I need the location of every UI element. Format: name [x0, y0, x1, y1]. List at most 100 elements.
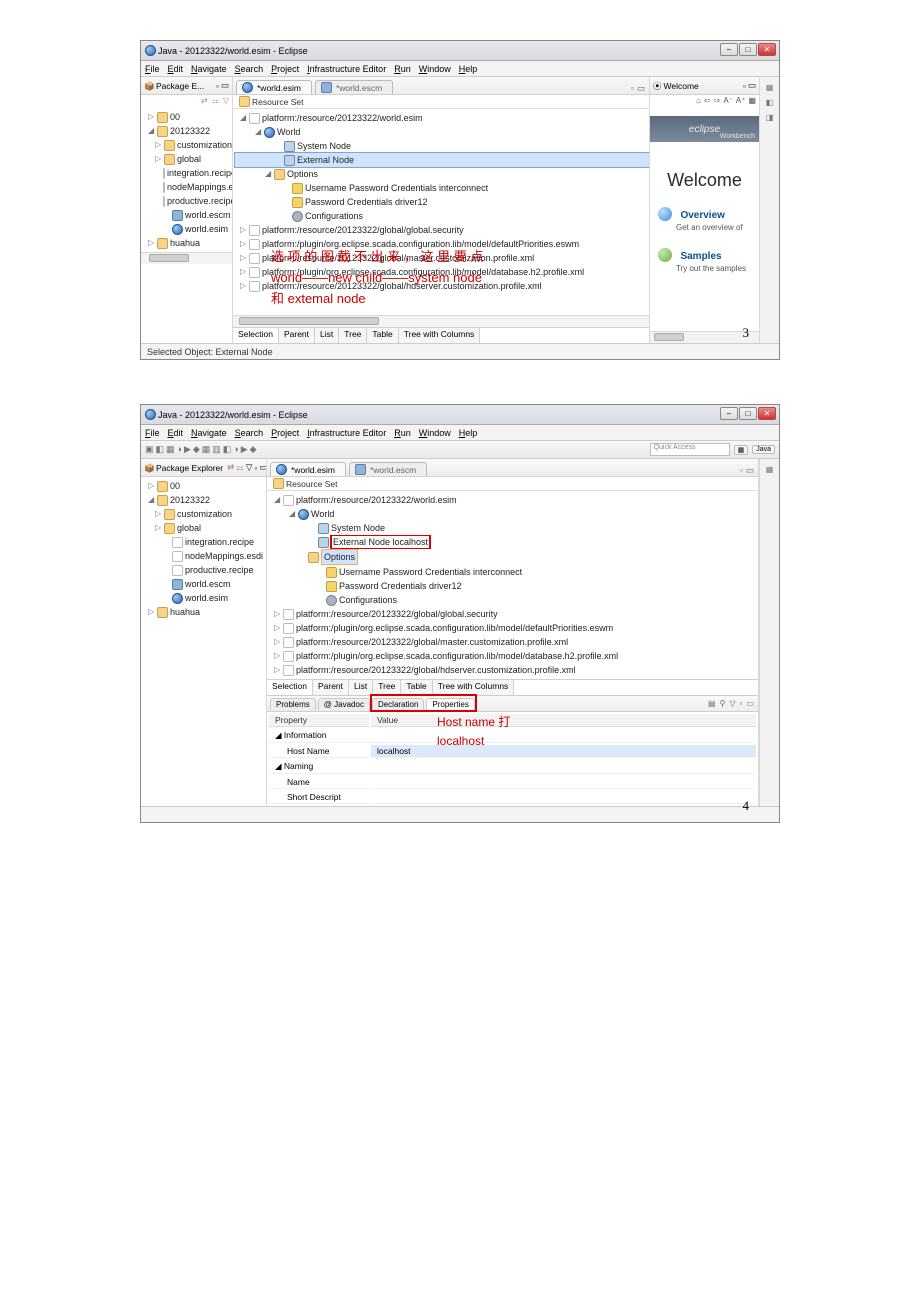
tree-row[interactable]: ▷platform:/resource/20123322/global/glob…	[269, 607, 758, 621]
prop-value[interactable]	[371, 791, 756, 804]
menu-file[interactable]: File	[145, 64, 160, 74]
menu-project[interactable]: Project	[271, 428, 299, 438]
view-restore-icon[interactable]: ▭	[748, 80, 756, 91]
pkg-hscroll[interactable]	[141, 252, 232, 264]
editor-tab-escm[interactable]: *world.escm	[349, 462, 427, 476]
twist-icon[interactable]: ▷	[148, 479, 157, 493]
twist-icon[interactable]: ▷	[148, 605, 157, 619]
tree-row[interactable]: integration.recipe	[143, 166, 232, 180]
tree-row[interactable]: ◢platform:/resource/20123322/world.esim	[235, 111, 649, 125]
minimize-button[interactable]: –	[720, 407, 738, 420]
twist-icon[interactable]: ▷	[274, 649, 283, 663]
prop-section[interactable]: ◢ Information	[269, 729, 756, 743]
grid-icon[interactable]: ▦	[748, 96, 756, 109]
min-icon[interactable]: ▫	[740, 699, 743, 708]
tree-row[interactable]: ◢platform:/resource/20123322/world.esim	[269, 493, 758, 507]
maximize-view-icon[interactable]: ▭	[746, 465, 754, 476]
tree-row[interactable]: ◢World	[269, 507, 758, 521]
tree-row[interactable]: world.escm	[143, 208, 232, 222]
editor-bottom-tabs[interactable]: SelectionParentListTreeTableTree with Co…	[267, 679, 758, 695]
open-perspective-button[interactable]: ▦	[734, 445, 749, 455]
tree-row[interactable]: ▷00	[143, 479, 266, 493]
maximize-button[interactable]: □	[739, 407, 757, 420]
perspective-bar[interactable]: ▦ ◧ ◨	[759, 77, 779, 343]
tree-row[interactable]: ▷platform:/plugin/org.eclipse.scada.conf…	[269, 649, 758, 663]
view-tab-javadoc[interactable]: @ Javadoc	[318, 698, 370, 710]
package-tree[interactable]: ▷00◢20123322▷customization▷globalintegra…	[141, 477, 266, 621]
tree-row[interactable]: ▷platform:/resource/20123322/global/hdse…	[269, 663, 758, 677]
tree-row[interactable]: nodeMappings.e	[143, 180, 232, 194]
view-min-icon[interactable]: ▫	[743, 81, 746, 91]
tree-row[interactable]: ▷customization	[143, 138, 232, 152]
tree-row[interactable]: world.esim	[143, 222, 232, 236]
twist-icon[interactable]: ▷	[155, 521, 164, 535]
properties-table[interactable]: PropertyValue ◢ InformationHost Nameloca…	[267, 712, 758, 806]
editor-tree[interactable]: ◢platform:/resource/20123322/world.esim◢…	[267, 491, 758, 679]
menu-help[interactable]: Help	[459, 428, 478, 438]
tree-row[interactable]: System Node	[269, 521, 758, 535]
bottom-tab-table[interactable]: Table	[367, 328, 398, 343]
menu-search[interactable]: Search	[235, 64, 264, 74]
perspective-icon[interactable]: ◧	[766, 98, 774, 107]
twist-icon[interactable]: ◢	[148, 124, 157, 138]
view-tab-problems[interactable]: Problems	[270, 698, 316, 710]
bottom-view-tabs[interactable]: Problems@ JavadocDeclarationProperties ▤…	[267, 696, 758, 712]
menu-help[interactable]: Help	[459, 64, 478, 74]
bottom-tab-parent[interactable]: Parent	[279, 328, 315, 343]
menu-run[interactable]: Run	[394, 428, 411, 438]
tree-row[interactable]: ◢World	[235, 125, 649, 139]
editor-bottom-tabs[interactable]: SelectionParentListTreeTableTree with Co…	[233, 327, 649, 343]
package-tree[interactable]: ▷00◢20123322▷customization▷globalintegra…	[141, 108, 232, 252]
twist-icon[interactable]: ▷	[240, 279, 249, 293]
twist-icon[interactable]: ▷	[240, 237, 249, 251]
tree-row[interactable]: Password Credentials driver12	[235, 195, 649, 209]
menu-navigate[interactable]: Navigate	[191, 428, 227, 438]
bottom-tab-tree-with-columns[interactable]: Tree with Columns	[399, 328, 481, 343]
tree-row[interactable]: ▷huahua	[143, 236, 232, 250]
view-menu-icon[interactable]: ▽	[223, 96, 229, 107]
twist-icon[interactable]: ▷	[274, 635, 283, 649]
samples-item[interactable]: Samples Try out the samples	[658, 246, 755, 273]
tree-row[interactable]: ◢20123322	[143, 493, 266, 507]
editor-tab-esim[interactable]: *world.esim	[270, 462, 346, 476]
twist-icon[interactable]: ◢	[240, 111, 249, 125]
perspective-icon[interactable]: ▦	[766, 465, 774, 474]
view-tab-declaration[interactable]: Declaration	[372, 698, 424, 710]
home-icon[interactable]: ⌂	[696, 96, 701, 109]
tree-row[interactable]: ▷global	[143, 521, 266, 535]
menu-infrastructure-editor[interactable]: Infrastructure Editor	[307, 64, 386, 74]
view-min-icon[interactable]: ▫	[216, 81, 219, 91]
tree-row[interactable]: Password Credentials driver12	[269, 579, 758, 593]
tree-row[interactable]: ◢Options	[235, 167, 649, 181]
link-editor-icon[interactable]: ⚏	[212, 96, 219, 107]
minimize-view-icon[interactable]: ▫	[631, 83, 634, 94]
menu-window[interactable]: Window	[419, 428, 451, 438]
bottom-tab-tree-with-columns[interactable]: Tree with Columns	[433, 680, 515, 695]
workbench-link[interactable]: Workbench	[720, 133, 755, 140]
menu-edit[interactable]: Edit	[168, 428, 184, 438]
tree-row[interactable]: ▷platform:/resource/20123322/global/mast…	[269, 635, 758, 649]
tree-row[interactable]: ▷platform:/resource/20123322/global/glob…	[235, 223, 649, 237]
tree-row[interactable]: System Node	[235, 139, 649, 153]
bottom-tab-list[interactable]: List	[349, 680, 373, 695]
bottom-tab-list[interactable]: List	[315, 328, 339, 343]
bottom-tab-selection[interactable]: Selection	[233, 328, 279, 343]
prop-section[interactable]: ◢ Naming	[269, 760, 756, 774]
twist-icon[interactable]: ◢	[274, 493, 283, 507]
tree-row[interactable]: Options	[269, 549, 758, 565]
perspective-bar[interactable]: ▦	[759, 459, 779, 806]
close-button[interactable]: ✕	[758, 407, 776, 420]
minimize-view-icon[interactable]: ▫	[740, 465, 743, 476]
tree-row[interactable]: ◢20123322	[143, 124, 232, 138]
prop-value[interactable]: localhost	[371, 745, 756, 758]
tree-row[interactable]: ▷00	[143, 110, 232, 124]
tree-row[interactable]: External Node localhost	[269, 535, 758, 549]
twist-icon[interactable]: ▷	[148, 110, 157, 124]
view-menu-icon[interactable]: ▽	[246, 462, 253, 473]
bottom-tab-parent[interactable]: Parent	[313, 680, 349, 695]
tree-row[interactable]: Username Password Credentials interconne…	[235, 181, 649, 195]
view-min-icon[interactable]: ▫	[254, 463, 257, 473]
editor-tab-escm[interactable]: *world.escm	[315, 80, 393, 94]
view-tab-properties[interactable]: Properties	[426, 698, 474, 710]
menu-run[interactable]: Run	[394, 64, 411, 74]
